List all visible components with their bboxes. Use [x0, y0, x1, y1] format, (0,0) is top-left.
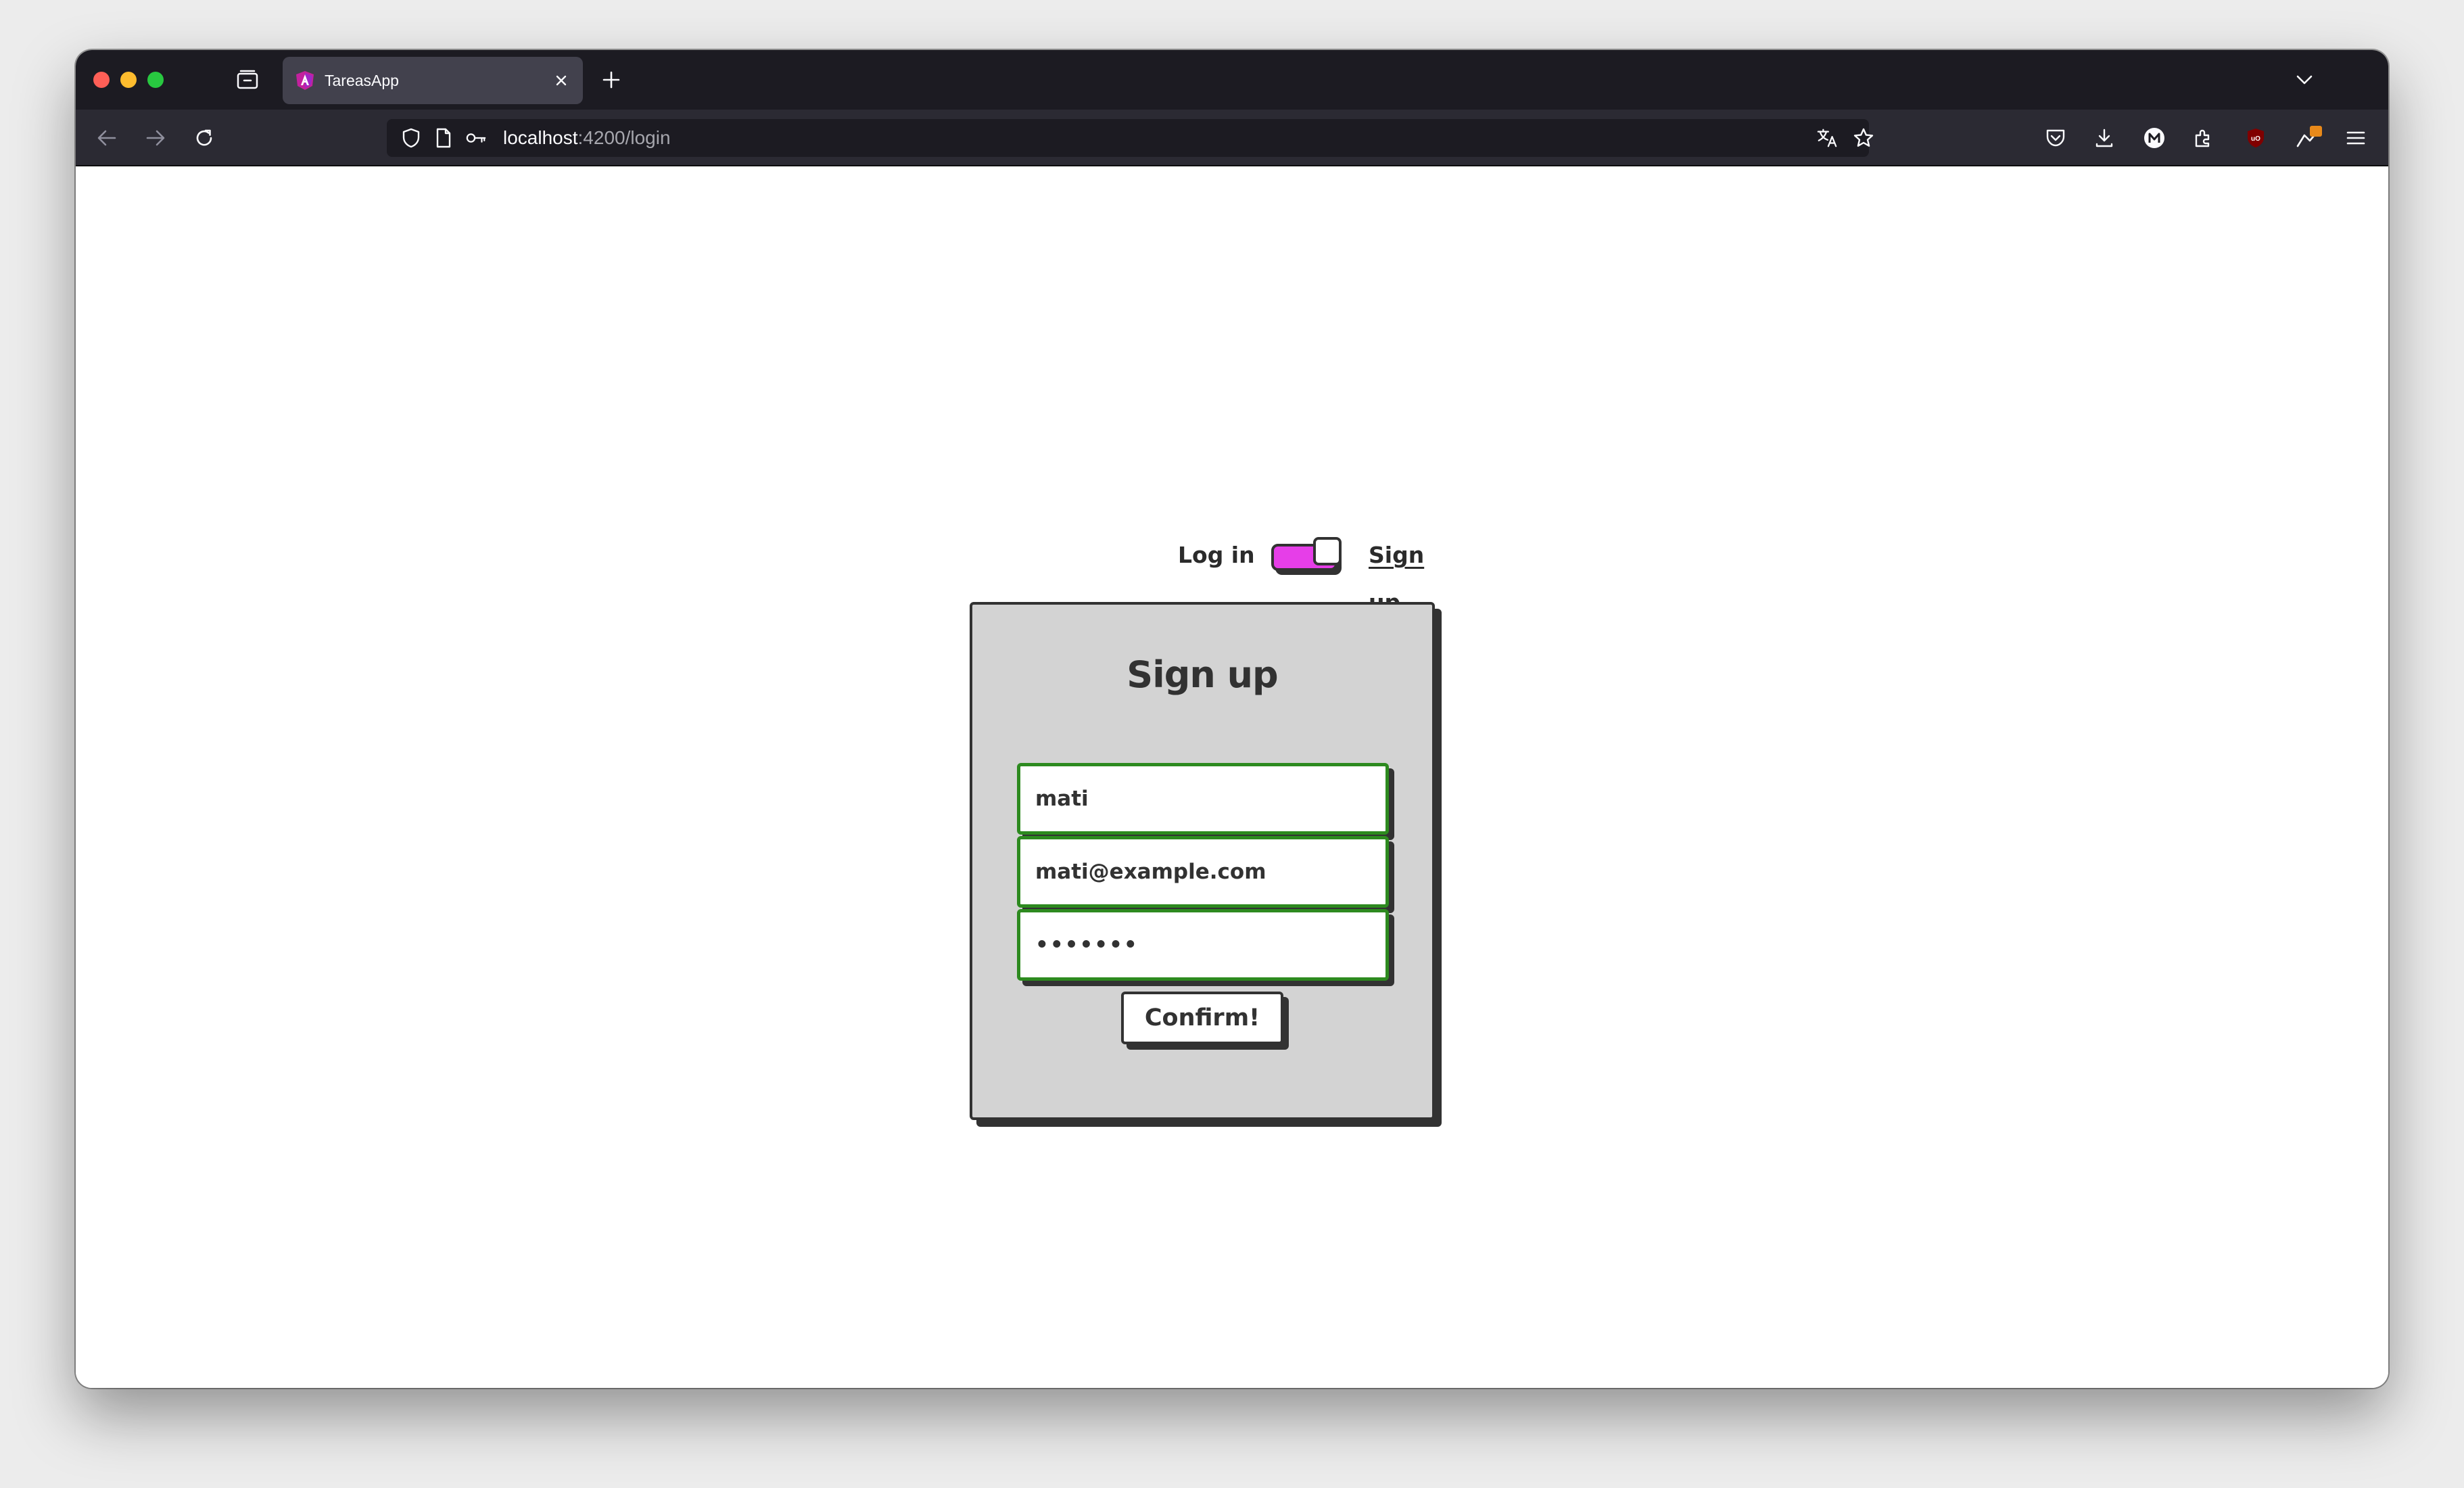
- browser-window: TareasApp localhost:4200/login uO Log in…: [76, 50, 2388, 1388]
- menu-icon[interactable]: [2341, 123, 2371, 153]
- tab-overview-icon[interactable]: [233, 65, 262, 95]
- bookmark-star-icon[interactable]: [1853, 127, 1874, 149]
- extension-badge-icon[interactable]: [2294, 123, 2323, 153]
- auth-mode-toggle-row: Log in Sign up: [1104, 532, 1455, 615]
- new-tab-icon[interactable]: [598, 66, 625, 93]
- address-bar[interactable]: localhost:4200/login: [387, 119, 1874, 157]
- url-host: localhost: [503, 127, 578, 148]
- angular-icon: [295, 70, 315, 91]
- signup-form-card: Sign up mati mati@example.com ••••••• Co…: [970, 602, 1435, 1120]
- login-mode-label[interactable]: Log in: [1178, 532, 1255, 579]
- page-icon[interactable]: [433, 127, 454, 149]
- close-tab-icon[interactable]: [552, 71, 571, 90]
- forward-arrow-icon[interactable]: [141, 123, 170, 153]
- auth-mode-switch[interactable]: [1271, 537, 1342, 574]
- navigation-toolbar: localhost:4200/login uO: [76, 110, 2388, 166]
- pocket-icon[interactable]: [2041, 123, 2070, 153]
- download-icon[interactable]: [2089, 123, 2119, 153]
- confirm-button[interactable]: Confirm!: [1121, 992, 1283, 1044]
- email-field[interactable]: mati@example.com: [1017, 836, 1389, 908]
- minimize-window-button[interactable]: [120, 72, 137, 88]
- maximize-window-button[interactable]: [147, 72, 164, 88]
- form-title: Sign up: [1127, 653, 1278, 696]
- tab-title: TareasApp: [325, 72, 399, 89]
- translate-icon[interactable]: [1816, 127, 1838, 149]
- extensions-icon[interactable]: [2188, 123, 2218, 153]
- switch-knob: [1313, 537, 1342, 565]
- password-field[interactable]: •••••••: [1017, 909, 1389, 981]
- url-text: localhost:4200/login: [503, 119, 671, 157]
- tab-strip: TareasApp: [76, 50, 2388, 110]
- svg-text:uO: uO: [2251, 135, 2260, 143]
- key-icon[interactable]: [465, 127, 487, 149]
- page-content: Log in Sign up Sign up mati mati@example…: [76, 166, 2388, 1388]
- shield-icon[interactable]: [400, 127, 422, 149]
- reload-icon[interactable]: [189, 123, 219, 153]
- tab-tareasapp[interactable]: TareasApp: [283, 57, 583, 104]
- url-path: :4200/login: [577, 127, 671, 148]
- chevron-down-icon[interactable]: [2291, 66, 2318, 93]
- username-field[interactable]: mati: [1017, 763, 1389, 835]
- ublock-icon[interactable]: uO: [2241, 123, 2271, 153]
- account-icon[interactable]: [2139, 123, 2169, 153]
- back-arrow-icon[interactable]: [92, 123, 122, 153]
- close-window-button[interactable]: [93, 72, 110, 88]
